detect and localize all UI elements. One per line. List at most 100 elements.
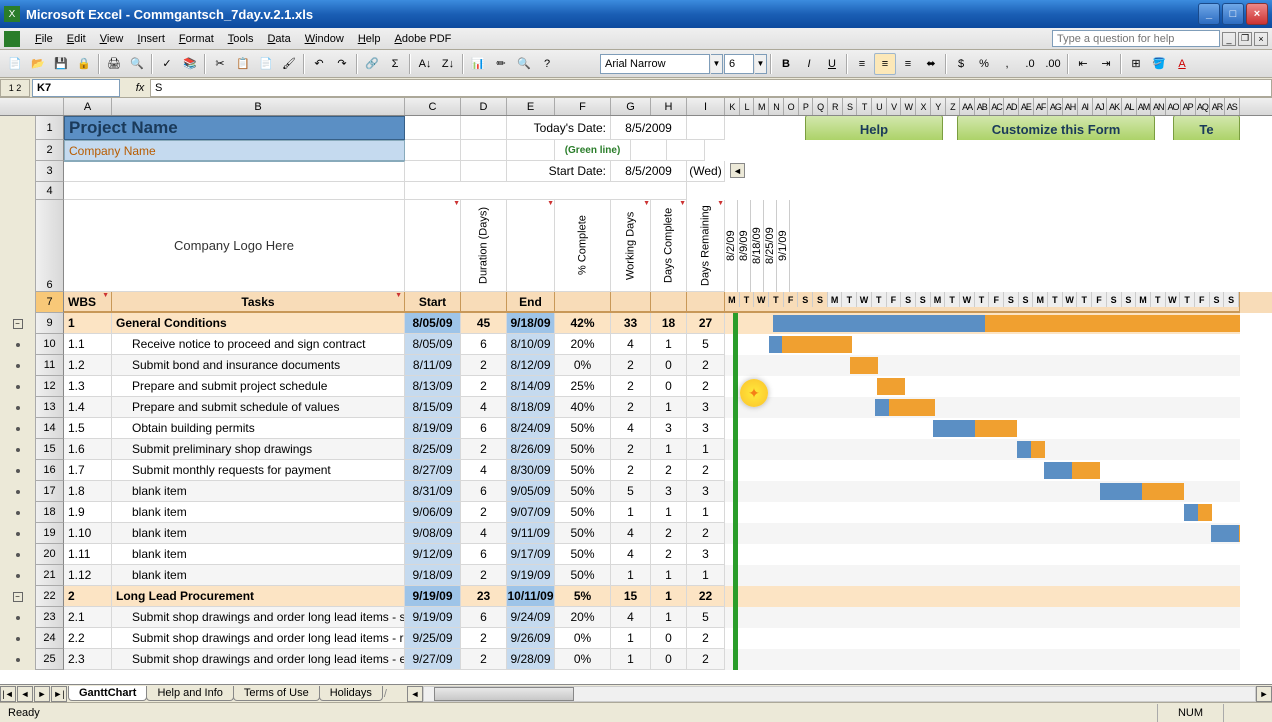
col-AS[interactable]: AS <box>1225 98 1240 115</box>
paste-icon[interactable]: 📄 <box>255 53 277 75</box>
dc-cell[interactable]: 18 <box>651 313 687 334</box>
decdec-icon[interactable]: .00 <box>1042 53 1064 75</box>
col-AP[interactable]: AP <box>1181 98 1196 115</box>
col-AE[interactable]: AE <box>1019 98 1034 115</box>
row-3[interactable]: 3 <box>36 161 64 182</box>
col-C[interactable]: C <box>405 98 461 115</box>
chart-icon[interactable]: 📊 <box>467 53 489 75</box>
col-AL[interactable]: AL <box>1122 98 1137 115</box>
scroll-right[interactable]: ► <box>1256 686 1272 702</box>
start-date[interactable]: 8/5/2009 <box>611 161 687 182</box>
task-cell[interactable]: blank item <box>112 481 405 502</box>
col-D[interactable]: D <box>461 98 507 115</box>
dr-cell[interactable]: 2 <box>687 376 725 397</box>
wd-cell[interactable]: 4 <box>611 418 651 439</box>
menu-window[interactable]: Window <box>298 31 351 47</box>
tab-termsofuse[interactable]: Terms of Use <box>233 686 320 701</box>
start-cell[interactable]: 9/19/09 <box>405 586 461 607</box>
minimize-button[interactable]: _ <box>1198 3 1220 25</box>
col-B[interactable]: B <box>112 98 405 115</box>
col-Z[interactable]: Z <box>946 98 961 115</box>
pct-cell[interactable]: 5% <box>555 586 611 607</box>
tab-ganttchart[interactable]: GanttChart <box>68 686 147 701</box>
col-P[interactable]: P <box>799 98 814 115</box>
start-cell[interactable]: 8/25/09 <box>405 439 461 460</box>
dr-cell[interactable]: 2 <box>687 355 725 376</box>
dur-cell[interactable]: 4 <box>461 460 507 481</box>
dc-cell[interactable]: 1 <box>651 565 687 586</box>
dur-cell[interactable]: 2 <box>461 439 507 460</box>
wd-cell[interactable]: 2 <box>611 397 651 418</box>
col-AB[interactable]: AB <box>975 98 990 115</box>
help-button[interactable]: Help <box>805 116 943 140</box>
row-12[interactable]: 12 <box>36 376 64 397</box>
row-9[interactable]: 9 <box>36 313 64 334</box>
end-cell[interactable]: 8/26/09 <box>507 439 555 460</box>
wd-cell[interactable]: 4 <box>611 334 651 355</box>
dc-cell[interactable]: 0 <box>651 628 687 649</box>
currency-icon[interactable]: $ <box>950 53 972 75</box>
pct-cell[interactable]: 0% <box>555 355 611 376</box>
col-AK[interactable]: AK <box>1107 98 1122 115</box>
menu-adobepdf[interactable]: Adobe PDF <box>387 31 458 47</box>
start-cell[interactable]: 8/11/09 <box>405 355 461 376</box>
dc-cell[interactable]: 1 <box>651 439 687 460</box>
doc-restore-button[interactable]: ❐ <box>1238 32 1252 46</box>
task-cell[interactable]: Obtain building permits <box>112 418 405 439</box>
start-cell[interactable]: 8/13/09 <box>405 376 461 397</box>
dc-cell[interactable]: 0 <box>651 376 687 397</box>
dr-cell[interactable]: 27 <box>687 313 725 334</box>
row-1[interactable]: 1 <box>36 116 64 140</box>
task-cell[interactable]: Long Lead Procurement <box>112 586 405 607</box>
wbs-cell[interactable]: 1.8 <box>64 481 112 502</box>
save-icon[interactable]: 💾 <box>50 53 72 75</box>
tab-prev[interactable]: ◄ <box>17 686 33 702</box>
dur-cell[interactable]: 2 <box>461 649 507 670</box>
doc-minimize-button[interactable]: _ <box>1222 32 1236 46</box>
pct-cell[interactable]: 50% <box>555 439 611 460</box>
task-cell[interactable]: Submit bond and insurance documents <box>112 355 405 376</box>
start-cell[interactable]: 9/25/09 <box>405 628 461 649</box>
wbs-cell[interactable]: 1.1 <box>64 334 112 355</box>
dc-cell[interactable]: 1 <box>651 586 687 607</box>
row-14[interactable]: 14 <box>36 418 64 439</box>
col-X[interactable]: X <box>916 98 931 115</box>
wd-cell[interactable]: 4 <box>611 523 651 544</box>
pct-cell[interactable]: 50% <box>555 460 611 481</box>
wd-cell[interactable]: 4 <box>611 607 651 628</box>
dur-cell[interactable]: 23 <box>461 586 507 607</box>
dur-cell[interactable]: 45 <box>461 313 507 334</box>
wbs-cell[interactable]: 1.5 <box>64 418 112 439</box>
wd-cell[interactable]: 1 <box>611 565 651 586</box>
tab-helpandinfo[interactable]: Help and Info <box>146 686 233 701</box>
row-11[interactable]: 11 <box>36 355 64 376</box>
dc-cell[interactable]: 2 <box>651 523 687 544</box>
dur-cell[interactable]: 6 <box>461 334 507 355</box>
row-10[interactable]: 10 <box>36 334 64 355</box>
dur-cell[interactable]: 2 <box>461 565 507 586</box>
task-cell[interactable]: Submit shop drawings and order long lead… <box>112 607 405 628</box>
wbs-cell[interactable]: 1.4 <box>64 397 112 418</box>
pct-cell[interactable]: 20% <box>555 607 611 628</box>
col-I[interactable]: I <box>687 98 725 115</box>
row-4[interactable]: 4 <box>36 182 64 200</box>
doc-close-button[interactable]: × <box>1254 32 1268 46</box>
gantt-scroll-left[interactable]: ◄ <box>730 163 745 178</box>
menu-format[interactable]: Format <box>172 31 221 47</box>
open-icon[interactable]: 📂 <box>27 53 49 75</box>
col-AH[interactable]: AH <box>1063 98 1078 115</box>
start-cell[interactable]: 9/18/09 <box>405 565 461 586</box>
merge-icon[interactable]: ⬌ <box>920 53 942 75</box>
col-F[interactable]: F <box>555 98 611 115</box>
tab-holidays[interactable]: Holidays <box>319 686 383 701</box>
customize-button[interactable]: Customize this Form <box>957 116 1155 140</box>
col-H[interactable]: H <box>651 98 687 115</box>
decind-icon[interactable]: ⇤ <box>1072 53 1094 75</box>
outline-toggle[interactable]: − <box>13 319 23 329</box>
wbs-cell[interactable]: 1.11 <box>64 544 112 565</box>
col-AN[interactable]: AN <box>1151 98 1166 115</box>
start-cell[interactable]: 8/15/09 <box>405 397 461 418</box>
end-cell[interactable]: 9/24/09 <box>507 607 555 628</box>
outline-levels[interactable]: 1 2 <box>0 79 30 97</box>
hyperlink-icon[interactable]: 🔗 <box>361 53 383 75</box>
